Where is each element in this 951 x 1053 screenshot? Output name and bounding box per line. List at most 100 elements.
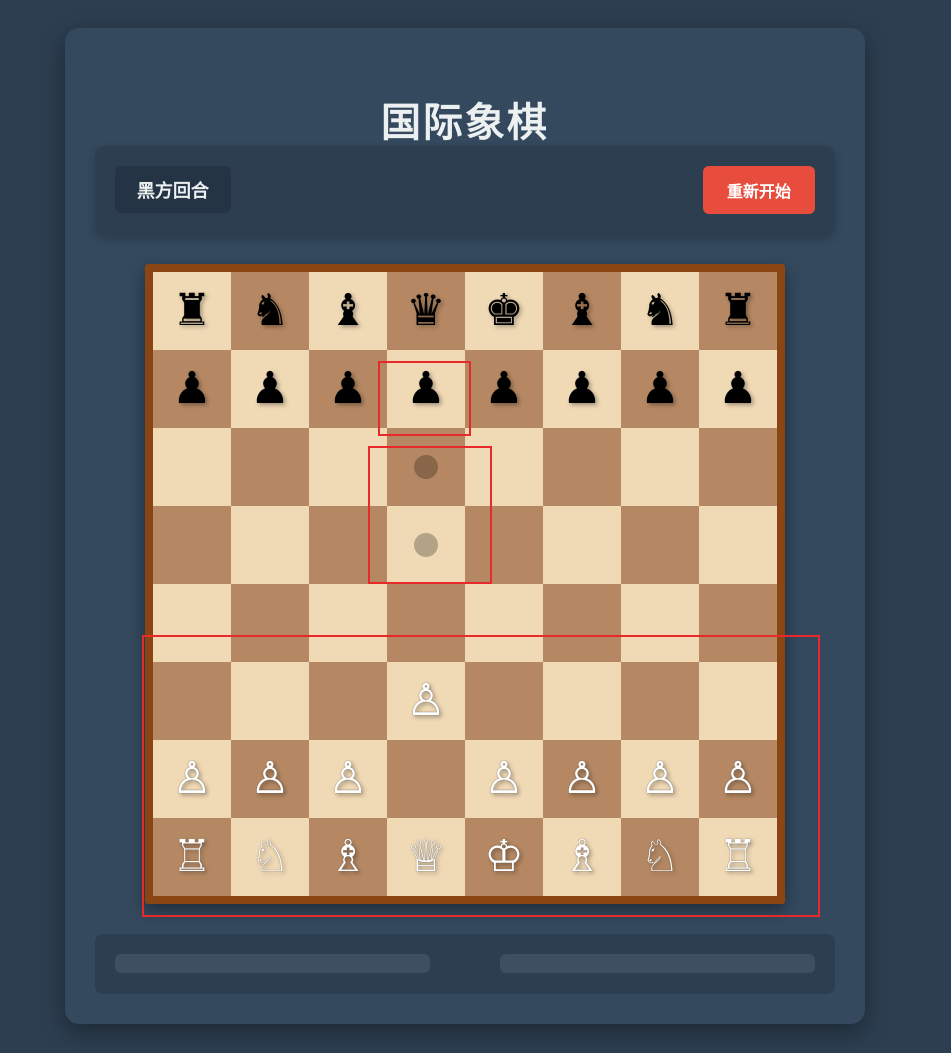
black-pawn-piece[interactable]: ♟ <box>484 367 523 411</box>
black-pawn-piece[interactable]: ♟ <box>328 367 367 411</box>
square-g1[interactable]: ♘ <box>621 818 699 896</box>
square-h1[interactable]: ♖ <box>699 818 777 896</box>
white-queen-piece[interactable]: ♕ <box>406 835 445 879</box>
square-b2[interactable]: ♙ <box>231 740 309 818</box>
square-g5[interactable] <box>621 506 699 584</box>
white-bishop-piece[interactable]: ♗ <box>328 835 367 879</box>
square-h4[interactable] <box>699 584 777 662</box>
square-g7[interactable]: ♟ <box>621 350 699 428</box>
black-pawn-piece[interactable]: ♟ <box>406 367 445 411</box>
white-king-piece[interactable]: ♔ <box>484 835 523 879</box>
black-queen-piece[interactable]: ♛ <box>406 289 445 333</box>
square-h2[interactable]: ♙ <box>699 740 777 818</box>
square-b6[interactable] <box>231 428 309 506</box>
square-f2[interactable]: ♙ <box>543 740 621 818</box>
square-d4[interactable] <box>387 584 465 662</box>
square-d2[interactable] <box>387 740 465 818</box>
square-g3[interactable] <box>621 662 699 740</box>
square-e6[interactable] <box>465 428 543 506</box>
square-c2[interactable]: ♙ <box>309 740 387 818</box>
black-knight-piece[interactable]: ♞ <box>640 289 679 333</box>
square-d3[interactable]: ♙ <box>387 662 465 740</box>
white-bishop-piece[interactable]: ♗ <box>562 835 601 879</box>
square-e4[interactable] <box>465 584 543 662</box>
square-c4[interactable] <box>309 584 387 662</box>
white-pawn-piece[interactable]: ♙ <box>406 679 445 723</box>
square-a7[interactable]: ♟ <box>153 350 231 428</box>
square-b1[interactable]: ♘ <box>231 818 309 896</box>
square-d7[interactable]: ♟ <box>387 350 465 428</box>
square-b7[interactable]: ♟ <box>231 350 309 428</box>
square-f6[interactable] <box>543 428 621 506</box>
square-e7[interactable]: ♟ <box>465 350 543 428</box>
move-hint-dot[interactable] <box>414 455 438 479</box>
square-d5[interactable] <box>387 506 465 584</box>
square-b4[interactable] <box>231 584 309 662</box>
white-pawn-piece[interactable]: ♙ <box>484 757 523 801</box>
square-b8[interactable]: ♞ <box>231 272 309 350</box>
square-d1[interactable]: ♕ <box>387 818 465 896</box>
black-king-piece[interactable]: ♚ <box>484 289 523 333</box>
white-pawn-piece[interactable]: ♙ <box>718 757 757 801</box>
black-bishop-piece[interactable]: ♝ <box>328 289 367 333</box>
black-pawn-piece[interactable]: ♟ <box>718 367 757 411</box>
square-e2[interactable]: ♙ <box>465 740 543 818</box>
square-a5[interactable] <box>153 506 231 584</box>
square-a3[interactable] <box>153 662 231 740</box>
square-c6[interactable] <box>309 428 387 506</box>
black-bishop-piece[interactable]: ♝ <box>562 289 601 333</box>
square-f7[interactable]: ♟ <box>543 350 621 428</box>
white-rook-piece[interactable]: ♖ <box>172 835 211 879</box>
square-g4[interactable] <box>621 584 699 662</box>
square-f4[interactable] <box>543 584 621 662</box>
white-pawn-piece[interactable]: ♙ <box>172 757 211 801</box>
square-c3[interactable] <box>309 662 387 740</box>
square-e8[interactable]: ♚ <box>465 272 543 350</box>
white-knight-piece[interactable]: ♘ <box>640 835 679 879</box>
white-pawn-piece[interactable]: ♙ <box>640 757 679 801</box>
square-e3[interactable] <box>465 662 543 740</box>
square-b3[interactable] <box>231 662 309 740</box>
square-e5[interactable] <box>465 506 543 584</box>
square-c8[interactable]: ♝ <box>309 272 387 350</box>
square-f1[interactable]: ♗ <box>543 818 621 896</box>
square-b5[interactable] <box>231 506 309 584</box>
square-a4[interactable] <box>153 584 231 662</box>
white-knight-piece[interactable]: ♘ <box>250 835 289 879</box>
square-h8[interactable]: ♜ <box>699 272 777 350</box>
black-knight-piece[interactable]: ♞ <box>250 289 289 333</box>
square-h6[interactable] <box>699 428 777 506</box>
black-pawn-piece[interactable]: ♟ <box>562 367 601 411</box>
square-a6[interactable] <box>153 428 231 506</box>
square-d8[interactable]: ♛ <box>387 272 465 350</box>
black-rook-piece[interactable]: ♜ <box>172 289 211 333</box>
white-pawn-piece[interactable]: ♙ <box>328 757 367 801</box>
white-pawn-piece[interactable]: ♙ <box>562 757 601 801</box>
square-h3[interactable] <box>699 662 777 740</box>
black-pawn-piece[interactable]: ♟ <box>172 367 211 411</box>
white-rook-piece[interactable]: ♖ <box>718 835 757 879</box>
move-hint-dot[interactable] <box>414 533 438 557</box>
square-c1[interactable]: ♗ <box>309 818 387 896</box>
square-g8[interactable]: ♞ <box>621 272 699 350</box>
white-pawn-piece[interactable]: ♙ <box>250 757 289 801</box>
square-f5[interactable] <box>543 506 621 584</box>
square-g6[interactable] <box>621 428 699 506</box>
square-f3[interactable] <box>543 662 621 740</box>
square-h7[interactable]: ♟ <box>699 350 777 428</box>
square-a1[interactable]: ♖ <box>153 818 231 896</box>
square-f8[interactable]: ♝ <box>543 272 621 350</box>
square-e1[interactable]: ♔ <box>465 818 543 896</box>
black-pawn-piece[interactable]: ♟ <box>640 367 679 411</box>
square-d6[interactable] <box>387 428 465 506</box>
square-c5[interactable] <box>309 506 387 584</box>
square-a2[interactable]: ♙ <box>153 740 231 818</box>
footer-slot-right <box>500 954 815 973</box>
square-c7[interactable]: ♟ <box>309 350 387 428</box>
square-a8[interactable]: ♜ <box>153 272 231 350</box>
black-rook-piece[interactable]: ♜ <box>718 289 757 333</box>
black-pawn-piece[interactable]: ♟ <box>250 367 289 411</box>
square-h5[interactable] <box>699 506 777 584</box>
restart-button[interactable]: 重新开始 <box>703 166 815 214</box>
square-g2[interactable]: ♙ <box>621 740 699 818</box>
